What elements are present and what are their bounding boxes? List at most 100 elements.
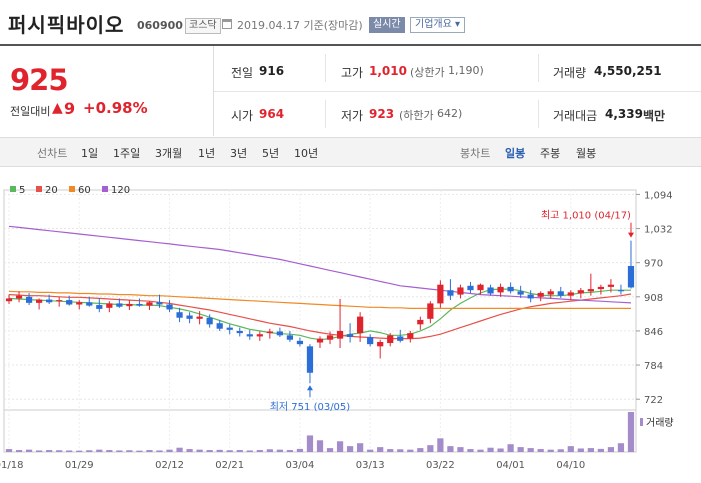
low-arrow-icon xyxy=(306,385,313,391)
candle-body xyxy=(36,299,43,303)
volume-bar xyxy=(86,450,93,452)
candle-body xyxy=(136,303,143,306)
volume-bar xyxy=(116,450,123,452)
ma-legend-label: 120 xyxy=(111,185,130,196)
candle-body xyxy=(357,316,364,334)
volume-bar xyxy=(477,449,484,452)
volume-bar xyxy=(216,449,223,452)
volume-bar xyxy=(567,446,574,452)
y-tick-label: 784 xyxy=(644,361,663,372)
candle-body xyxy=(557,291,564,296)
candle-body xyxy=(387,335,394,344)
candle-body xyxy=(367,336,374,345)
volume-bar xyxy=(417,448,424,452)
candle-body xyxy=(166,304,173,310)
volume-bar xyxy=(547,449,554,452)
volume-bar xyxy=(306,435,314,452)
volume-bar xyxy=(266,449,273,452)
volume-bar xyxy=(286,450,294,452)
volume-bar xyxy=(126,450,133,452)
volume-bar xyxy=(577,448,584,452)
candle-body xyxy=(437,284,444,304)
volume-bar xyxy=(276,449,283,452)
candle-body xyxy=(46,299,53,303)
candle-body xyxy=(266,331,273,334)
volume-bar xyxy=(336,441,344,452)
low-annotation: 최저 751 (03/05) xyxy=(270,401,351,413)
volume-bar xyxy=(487,447,494,452)
volume-bar xyxy=(597,448,604,452)
candle-body xyxy=(417,319,424,325)
volume-bar xyxy=(557,449,564,452)
candle-body xyxy=(527,294,534,299)
volume-bar xyxy=(437,438,444,452)
volume-bar xyxy=(256,450,263,452)
candle-body xyxy=(156,302,163,305)
volume-bar xyxy=(517,447,524,452)
volume-bar xyxy=(326,448,334,452)
volume-bar xyxy=(427,445,434,452)
x-tick-label: 03/04 xyxy=(286,460,315,471)
x-tick-label: 02/12 xyxy=(155,460,184,471)
y-tick-label: 1,032 xyxy=(644,225,673,236)
high-annotation: 최고 1,010 (04/17) xyxy=(541,210,631,222)
candle-body xyxy=(56,300,63,302)
candle-body xyxy=(597,286,604,290)
x-tick-label: 03/22 xyxy=(426,460,455,471)
volume-bar xyxy=(66,450,73,452)
x-tick-label: 04/10 xyxy=(556,460,585,471)
candle-body xyxy=(5,298,13,302)
ma-legend-label: 60 xyxy=(78,185,91,196)
candle-body xyxy=(537,292,544,297)
candle-body xyxy=(336,330,344,339)
volume-bar xyxy=(46,450,53,452)
volume-bar xyxy=(316,440,324,452)
candle-body xyxy=(96,305,103,309)
volume-bar xyxy=(206,450,213,452)
candle-body xyxy=(447,290,454,296)
candle-body xyxy=(617,290,625,292)
volume-bar xyxy=(246,450,253,452)
candle-body xyxy=(296,340,304,345)
volume-bar xyxy=(5,449,13,452)
volume-bar xyxy=(136,450,143,452)
volume-bar xyxy=(56,450,63,452)
volume-bar xyxy=(367,449,374,452)
ma-legend-swatch xyxy=(36,186,42,192)
ma-legend-label: 20 xyxy=(45,185,58,196)
candle-body xyxy=(66,300,73,305)
candle-body xyxy=(567,292,574,296)
ma-legend-swatch xyxy=(10,186,16,192)
volume-bar xyxy=(407,449,414,452)
candle-body xyxy=(487,287,494,294)
volume-bar xyxy=(106,450,113,452)
volume-bar xyxy=(527,448,534,452)
y-tick-label: 1,094 xyxy=(644,190,673,201)
volume-legend-label: 거래량 xyxy=(646,417,674,429)
volume-bar xyxy=(457,447,464,452)
candle-body xyxy=(176,312,183,318)
x-tick-label: 01/18 xyxy=(0,460,23,471)
volume-bar xyxy=(497,448,504,452)
volume-bar xyxy=(186,449,193,452)
volume-bar xyxy=(236,450,243,452)
candle-body xyxy=(467,285,474,291)
candle-body xyxy=(507,286,514,292)
volume-bar xyxy=(377,447,384,452)
candle-body xyxy=(477,284,484,291)
candle-body xyxy=(196,316,203,319)
volume-bar xyxy=(25,449,33,452)
candle-body xyxy=(106,303,113,308)
x-tick-label: 04/01 xyxy=(496,460,525,471)
volume-bar xyxy=(36,450,43,452)
candle-body xyxy=(346,334,354,337)
y-tick-label: 846 xyxy=(644,327,663,338)
candle-body xyxy=(397,336,404,341)
volume-bar xyxy=(96,449,103,452)
ma-line-120 xyxy=(8,225,632,304)
volume-bar xyxy=(196,449,203,452)
y-tick-label: 908 xyxy=(644,293,663,304)
volume-bar xyxy=(617,443,625,452)
volume-bar xyxy=(146,450,153,452)
candle-body xyxy=(126,303,133,307)
